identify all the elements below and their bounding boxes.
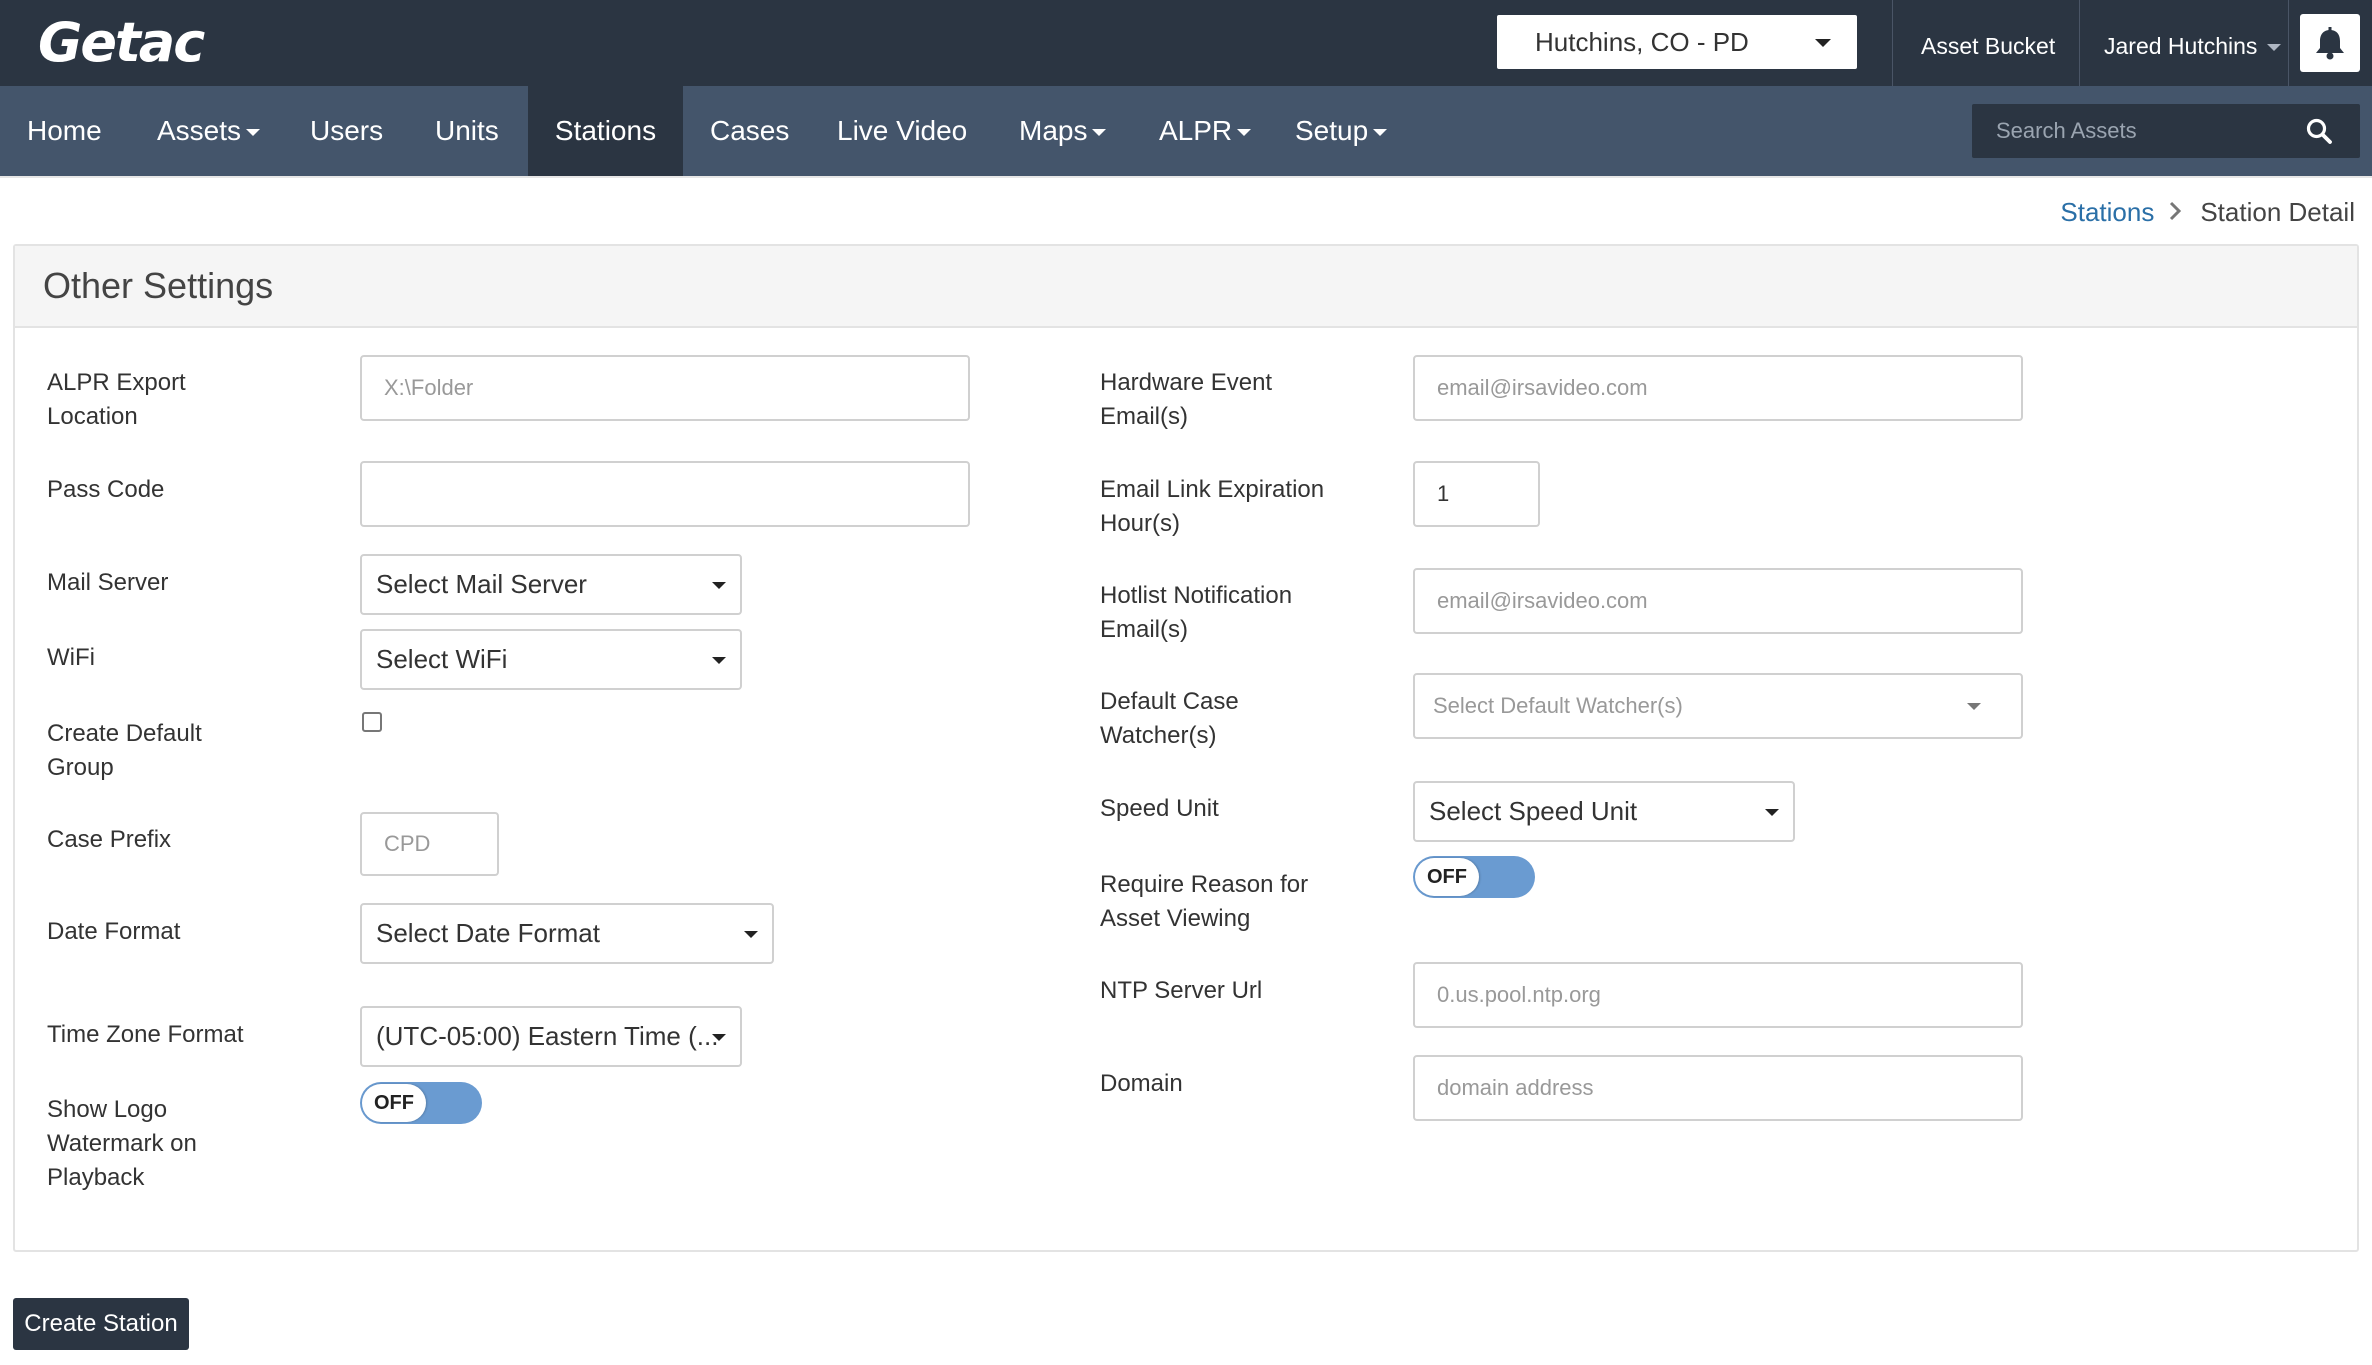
nav-cases[interactable]: Cases <box>710 86 800 176</box>
caret-down-icon <box>1092 129 1107 137</box>
caret-down-icon <box>1765 809 1779 816</box>
nav-users[interactable]: Users <box>310 86 400 176</box>
nav-setup[interactable]: Setup <box>1295 86 1405 176</box>
getac-logo[interactable]: Getac <box>38 10 205 76</box>
breadcrumb-stations-link[interactable]: Stations <box>2060 197 2154 227</box>
agency-select[interactable]: Hutchins, CO - PD <box>1497 15 1857 69</box>
timezone-label: Time Zone Format <box>47 1021 244 1048</box>
nav-units[interactable]: Units <box>435 86 515 176</box>
caret-down-icon <box>246 129 261 137</box>
asset-bucket-link[interactable]: Asset Bucket <box>1921 0 2055 86</box>
caret-down-icon <box>1967 703 1981 710</box>
nav-label: Home <box>27 115 102 146</box>
require-reason-toggle[interactable]: OFF <box>1413 856 1535 898</box>
ntp-server-input[interactable] <box>1413 962 2023 1028</box>
wifi-label: WiFi <box>47 644 95 671</box>
pass-code-label: Pass Code <box>47 476 165 503</box>
mail-server-label: Mail Server <box>47 569 169 596</box>
case-prefix-input[interactable] <box>360 812 499 876</box>
nav-alpr[interactable]: ALPR <box>1159 86 1259 176</box>
divider <box>2288 0 2289 86</box>
alpr-export-label: ALPR Export Location <box>47 369 186 430</box>
case-prefix-label: Case Prefix <box>47 826 172 853</box>
create-station-button[interactable]: Create Station <box>13 1298 189 1350</box>
chevron-right-icon <box>2168 196 2182 228</box>
toggle-state: OFF <box>362 1084 426 1122</box>
speed-unit-select[interactable]: Select Speed Unit <box>1413 781 1795 842</box>
hardware-event-email-label: Hardware Event Email(s) <box>1100 369 1273 430</box>
default-case-watcher-label: Default Case Watcher(s) <box>1100 688 1239 749</box>
nav-label: Cases <box>710 115 790 146</box>
alpr-export-location-input[interactable] <box>360 355 970 421</box>
mail-server-select[interactable]: Select Mail Server <box>360 554 742 615</box>
ntp-server-label: NTP Server Url <box>1100 977 1263 1004</box>
date-format-label: Date Format <box>47 918 181 945</box>
domain-input[interactable] <box>1413 1055 2023 1121</box>
pass-code-input[interactable] <box>360 461 970 527</box>
nav-label: Users <box>310 115 384 146</box>
panel-header: Other Settings <box>15 246 2357 328</box>
default-watcher-select[interactable]: Select Default Watcher(s) <box>1413 673 2023 739</box>
caret-down-icon <box>712 582 726 589</box>
nav-maps[interactable]: Maps <box>1019 86 1129 176</box>
breadcrumb: Stations Station Detail <box>2060 196 2355 228</box>
nav-divider <box>0 176 2372 178</box>
top-bar: Getac Hutchins, CO - PD Asset Bucket Jar… <box>0 0 2372 86</box>
timezone-value: (UTC-05:00) Eastern Time (... <box>376 1021 719 1051</box>
nav-label: Stations <box>554 115 657 146</box>
mail-server-value: Select Mail Server <box>376 569 587 599</box>
divider <box>2079 0 2080 86</box>
hotlist-notification-email-label: Hotlist Notification Email(s) <box>1100 582 1293 643</box>
bell-icon <box>2316 27 2344 60</box>
nav-label: Setup <box>1295 115 1369 146</box>
domain-label: Domain <box>1100 1070 1183 1097</box>
default-watcher-placeholder: Select Default Watcher(s) <box>1433 693 1683 718</box>
nav-stations[interactable]: Stations <box>528 86 683 176</box>
caret-down-icon <box>2267 44 2282 52</box>
caret-down-icon <box>712 1034 726 1041</box>
date-format-select[interactable]: Select Date Format <box>360 903 774 964</box>
toggle-state: OFF <box>1415 858 1479 896</box>
hotlist-notification-email-input[interactable] <box>1413 568 2023 634</box>
require-reason-label: Require Reason for Asset Viewing <box>1100 871 1309 932</box>
panel-title: Other Settings <box>43 265 274 306</box>
user-menu[interactable]: Jared Hutchins <box>2104 0 2282 86</box>
show-logo-watermark-label: Show Logo Watermark on Playback <box>47 1096 197 1191</box>
nav-label: ALPR <box>1159 115 1233 146</box>
nav-live-video[interactable]: Live Video <box>837 86 977 176</box>
wifi-select[interactable]: Select WiFi <box>360 629 742 690</box>
search-icon[interactable] <box>2305 117 2333 145</box>
wifi-value: Select WiFi <box>376 644 508 674</box>
nav-label: Live Video <box>837 115 968 146</box>
date-format-value: Select Date Format <box>376 918 600 948</box>
create-default-group-label: Create Default Group <box>47 720 202 781</box>
email-link-expiration-input[interactable] <box>1413 461 1540 527</box>
user-name: Jared Hutchins <box>2104 33 2258 59</box>
caret-down-icon <box>1373 129 1388 137</box>
search-input[interactable] <box>1972 104 2292 158</box>
timezone-select[interactable]: (UTC-05:00) Eastern Time (... <box>360 1006 742 1067</box>
caret-down-icon <box>1237 129 1252 137</box>
create-default-group-checkbox[interactable] <box>362 712 382 732</box>
show-logo-watermark-toggle[interactable]: OFF <box>360 1082 482 1124</box>
agency-select-value: Hutchins, CO - PD <box>1535 27 1749 57</box>
notifications-button[interactable] <box>2300 14 2360 72</box>
nav-label: Maps <box>1019 115 1088 146</box>
asset-search <box>1972 104 2360 158</box>
nav-label: Assets <box>157 115 242 146</box>
caret-down-icon <box>712 657 726 664</box>
hardware-event-email-input[interactable] <box>1413 355 2023 421</box>
nav-label: Units <box>435 115 499 146</box>
caret-down-icon <box>1815 39 1831 47</box>
email-link-expiration-label: Email Link Expiration Hour(s) <box>1100 476 1325 537</box>
speed-unit-value: Select Speed Unit <box>1429 796 1638 826</box>
breadcrumb-current: Station Detail <box>2200 197 2355 227</box>
divider <box>1892 0 1893 86</box>
nav-home[interactable]: Home <box>27 86 127 176</box>
speed-unit-label: Speed Unit <box>1100 795 1219 822</box>
caret-down-icon <box>744 931 758 938</box>
nav-assets[interactable]: Assets <box>157 86 277 176</box>
